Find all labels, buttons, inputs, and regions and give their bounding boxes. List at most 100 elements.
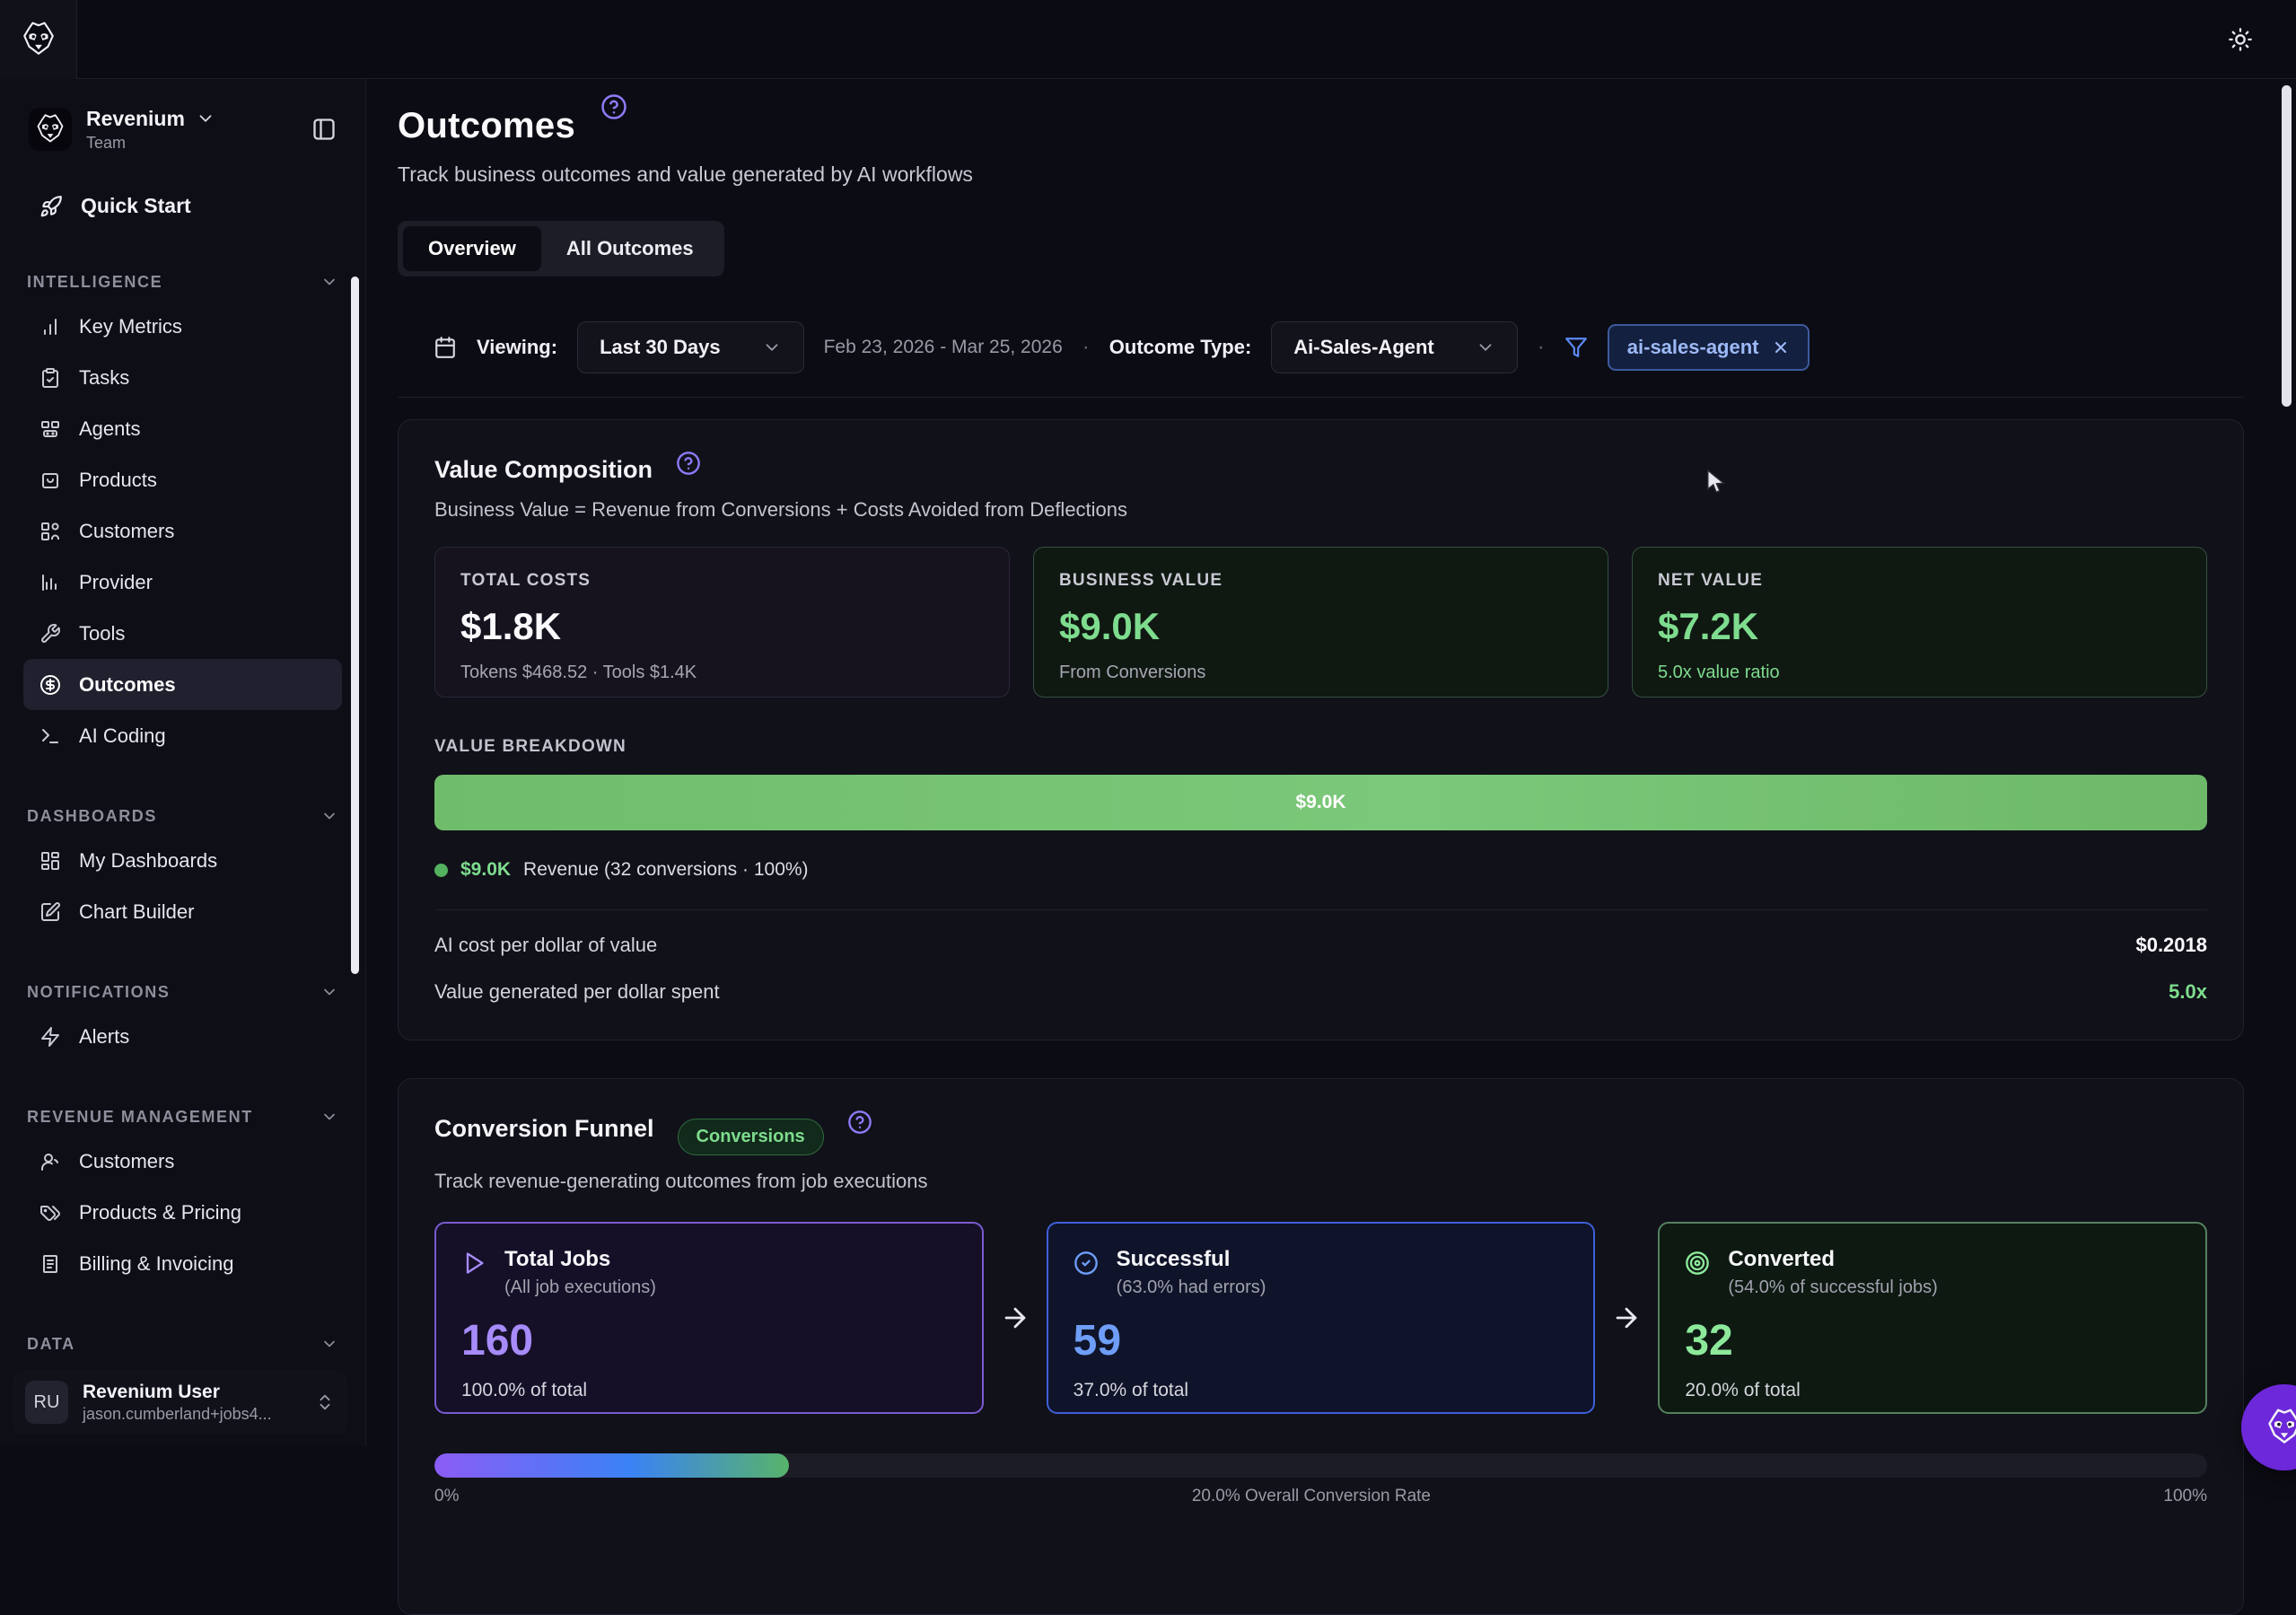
- sidebar-section-intelligence: INTELLIGENCE Key Metrics Tasks Agents Pr…: [0, 268, 365, 761]
- agents-grid-icon: [39, 418, 61, 440]
- sidebar-item-ai-coding[interactable]: AI Coding: [23, 710, 342, 761]
- sidebar-item-rm-customers[interactable]: Customers: [23, 1136, 342, 1187]
- user-name: Revenium User: [83, 1382, 272, 1403]
- chevron-down-icon: [320, 1335, 338, 1353]
- arrow-right-icon: [984, 1303, 1047, 1333]
- raccoon-logo-icon: [34, 113, 66, 145]
- date-range-text: Feb 23, 2026 - Mar 25, 2026: [824, 337, 1063, 358]
- stage-footer: 100.0% of total: [461, 1380, 957, 1401]
- ratio-row-cost: AI cost per dollar of value $0.2018: [434, 934, 2207, 957]
- invoice-icon: [39, 1253, 61, 1275]
- chart-axis-icon: [39, 572, 61, 593]
- ratio-label: Value generated per dollar spent: [434, 980, 720, 1004]
- section-title: NOTIFICATIONS: [27, 983, 170, 1002]
- axis-center: 20.0% Overall Conversion Rate: [1192, 1487, 1431, 1506]
- item-label: Customers: [79, 1150, 174, 1173]
- filter-funnel-icon[interactable]: [1564, 336, 1588, 359]
- sidebar-scrollbar[interactable]: [351, 276, 359, 974]
- sidebar-item-chart-builder[interactable]: Chart Builder: [23, 886, 342, 937]
- sidebar-item-my-dashboards[interactable]: My Dashboards: [23, 835, 342, 886]
- stage-converted: Converted (54.0% of successful jobs) 32 …: [1658, 1222, 2207, 1414]
- help-icon[interactable]: [600, 93, 627, 120]
- team-workspace-label: Team: [86, 134, 215, 153]
- conversion-funnel-subtitle: Track revenue-generating outcomes from j…: [434, 1170, 2207, 1193]
- net-value-card: NET VALUE $7.2K 5.0x value ratio: [1632, 547, 2207, 698]
- app-logo[interactable]: [0, 0, 77, 79]
- sidebar-item-tasks[interactable]: Tasks: [23, 352, 342, 403]
- tab-overview[interactable]: Overview: [403, 226, 541, 271]
- revenue-bar-value: $9.0K: [1295, 792, 1345, 813]
- sidebar-item-outcomes[interactable]: Outcomes: [23, 659, 342, 710]
- sidebar-item-quick-start[interactable]: Quick Start: [23, 185, 342, 227]
- sidebar-item-products[interactable]: Products: [23, 454, 342, 505]
- revenue-bar: $9.0K: [434, 775, 2207, 830]
- section-header-revenue-management[interactable]: REVENUE MANAGEMENT: [27, 1103, 338, 1130]
- close-icon[interactable]: [1772, 338, 1790, 356]
- sidebar-item-tools[interactable]: Tools: [23, 608, 342, 659]
- value-composition-card: Value Composition Business Value = Reven…: [398, 419, 2244, 1040]
- section-title: DASHBOARDS: [27, 807, 157, 826]
- chevrons-up-down-icon: [315, 1392, 335, 1412]
- conversion-funnel-title: Conversion Funnel: [434, 1115, 654, 1143]
- section-header-intelligence[interactable]: INTELLIGENCE: [27, 268, 338, 295]
- sidebar-section-notifications: NOTIFICATIONS Alerts: [0, 979, 365, 1062]
- ratio-value: 5.0x: [2169, 980, 2207, 1004]
- team-switcher[interactable]: Revenium Team: [23, 97, 342, 162]
- help-icon[interactable]: [847, 1110, 872, 1135]
- chip-label: ai-sales-agent: [1627, 336, 1759, 359]
- section-header-data[interactable]: DATA: [27, 1330, 338, 1357]
- sidebar-item-key-metrics[interactable]: Key Metrics: [23, 301, 342, 352]
- sidebar-item-billing-invoicing[interactable]: Billing & Invoicing: [23, 1238, 342, 1289]
- active-filter-chip[interactable]: ai-sales-agent: [1608, 324, 1810, 371]
- check-circle-icon: [1074, 1251, 1100, 1277]
- panel-left-icon: [311, 117, 337, 142]
- outcome-type-select[interactable]: Ai-Sales-Agent: [1271, 321, 1517, 373]
- filter-bar: Viewing: Last 30 Days Feb 23, 2026 - Mar…: [398, 302, 2244, 398]
- user-menu[interactable]: RU Revenium User jason.cumberland+jobs4.…: [13, 1370, 347, 1435]
- item-label: Customers: [79, 520, 174, 543]
- item-label: My Dashboards: [79, 849, 217, 873]
- sidebar-item-alerts[interactable]: Alerts: [23, 1011, 342, 1062]
- date-range-select[interactable]: Last 30 Days: [577, 321, 804, 373]
- user-email: jason.cumberland+jobs4...: [83, 1405, 272, 1424]
- item-label: Billing & Invoicing: [79, 1252, 233, 1276]
- layout-dashboard-icon: [39, 850, 61, 872]
- team-name: Revenium: [86, 107, 185, 131]
- main-scrollbar[interactable]: [2282, 85, 2292, 407]
- section-header-dashboards[interactable]: DASHBOARDS: [27, 803, 338, 829]
- sidebar-section-revenue-management: REVENUE MANAGEMENT Customers Products & …: [0, 1103, 365, 1289]
- sidebar-item-products-pricing[interactable]: Products & Pricing: [23, 1187, 342, 1238]
- tab-all-outcomes[interactable]: All Outcomes: [541, 226, 719, 271]
- value-composition-title: Value Composition: [434, 456, 653, 484]
- metric-label: BUSINESS VALUE: [1059, 571, 1582, 591]
- sidebar-item-agents[interactable]: Agents: [23, 403, 342, 454]
- sidebar-section-data: DATA: [0, 1330, 365, 1357]
- sidebar-collapse-button[interactable]: [311, 117, 337, 142]
- metric-sub: From Conversions: [1059, 663, 1582, 683]
- terminal-icon: [39, 725, 61, 747]
- chevron-down-icon: [1476, 338, 1495, 357]
- item-label: Agents: [79, 417, 141, 441]
- value-composition-subtitle: Business Value = Revenue from Conversion…: [434, 498, 2207, 522]
- sidebar-section-dashboards: DASHBOARDS My Dashboards Chart Builder: [0, 803, 365, 937]
- help-icon[interactable]: [676, 451, 701, 476]
- rocket-icon: [39, 195, 63, 218]
- target-icon: [1685, 1251, 1712, 1277]
- section-header-notifications[interactable]: NOTIFICATIONS: [27, 979, 338, 1005]
- page-title: Outcomes: [398, 106, 575, 146]
- item-label: Products & Pricing: [79, 1201, 241, 1224]
- arrow-right-icon: [1595, 1303, 1658, 1333]
- stage-subtitle: (All job executions): [504, 1277, 656, 1298]
- sidebar-item-customers[interactable]: Customers: [23, 505, 342, 557]
- sidebar-item-provider[interactable]: Provider: [23, 557, 342, 608]
- stage-footer: 37.0% of total: [1074, 1380, 1569, 1401]
- ratio-label: AI cost per dollar of value: [434, 934, 657, 957]
- outcome-type-label: Outcome Type:: [1109, 336, 1252, 359]
- outcome-type-value: Ai-Sales-Agent: [1293, 336, 1433, 359]
- item-label: Alerts: [79, 1025, 129, 1049]
- view-tabs: Overview All Outcomes: [398, 221, 724, 276]
- theme-toggle-button[interactable]: [2221, 20, 2260, 59]
- item-label: Tasks: [79, 366, 129, 390]
- raccoon-logo-icon: [20, 21, 57, 58]
- circle-dollar-icon: [39, 674, 61, 696]
